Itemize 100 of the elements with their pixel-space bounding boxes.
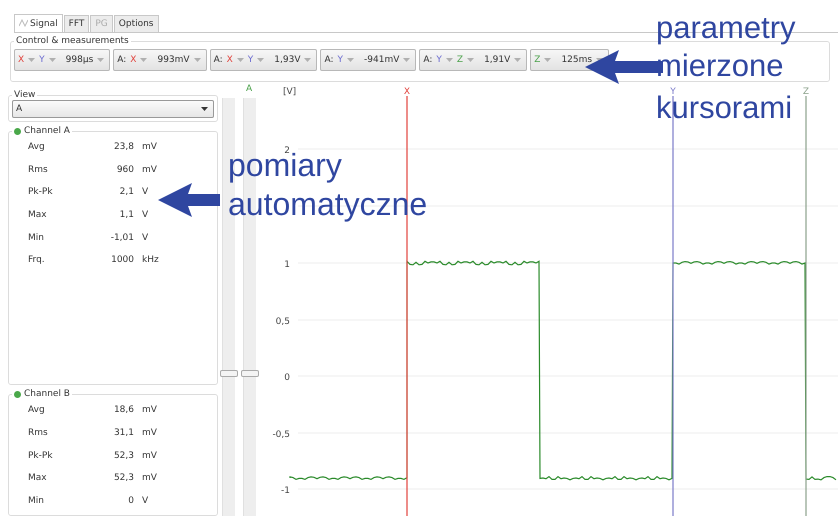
axis-tick-label: -0,5 [272,430,290,440]
measure-label: Avg [28,142,46,152]
measure-unit: V [142,232,148,243]
wave-icon [19,19,28,28]
caret-icon [194,58,201,62]
measure-value: 1,1 [118,210,134,220]
measure-value: 52,3 [112,473,134,484]
cursor-line[interactable] [805,96,807,516]
measure-value: 31,1 [112,428,134,438]
cursor-letter: X [130,55,136,65]
cursor-letter: Z [456,55,464,65]
cursor-line[interactable] [406,96,408,516]
cursor-label: Z [802,87,810,97]
measure-unit: mV [142,405,157,416]
measure-label: Rms [28,164,49,175]
tab[interactable]: Signal [14,14,63,32]
caret-icon [467,58,474,62]
caret-icon [236,58,244,62]
caret-icon [514,58,522,62]
measure-value: 18,6 [112,405,134,416]
cursor-label: X [404,87,410,97]
measurement-dropdown[interactable]: A: X 993mV [113,49,207,71]
slider-handle[interactable] [220,370,238,377]
unit-label: [V] [283,87,296,97]
axis-tick-label: 1 [284,260,290,270]
measure-value: 2,1 [118,187,134,198]
cursor-letter: Y [39,55,45,65]
measurement-value: -941mV [364,55,400,65]
measure-label: Max [28,473,48,484]
caret-icon [201,107,208,111]
channel-prefix: A: [117,55,126,65]
measure-unit: mV [142,428,157,438]
cursor-letter: X [18,55,24,65]
channel-prefix: A: [324,55,334,65]
measure-label: Pk-Pk [28,450,54,461]
measure-unit: mV [142,450,157,461]
axis-tick-label: 2 [284,146,290,156]
measure-value: 0 [127,496,134,506]
caret-icon [140,58,148,62]
caret-icon [257,58,264,62]
channel-icon [14,390,21,398]
measure-value: -1,01 [110,232,134,243]
caret-icon [446,58,453,62]
cursor-letter: X [226,55,233,65]
measure-label: Rms [28,428,49,438]
measure-label: Pk-Pk [28,187,54,198]
channel-icon [14,128,21,134]
measure-label: Avg [28,405,46,416]
panel-title: Channel A [24,126,70,136]
view-select[interactable]: A [12,100,214,118]
slider-handle[interactable] [241,370,259,377]
measure-label: Min [28,232,45,243]
measurement-value: 1,91V [484,55,510,65]
axis-tick-label: 0 [284,373,290,383]
measure-unit: V [142,496,148,506]
caret-icon [347,58,354,62]
cursor-line[interactable] [672,96,674,516]
measure-unit: kHz [142,255,159,266]
panel-title: Channel B [24,389,70,400]
tab[interactable]: Options [114,15,158,32]
measure-unit: mV [142,473,157,484]
measurement-dropdown[interactable]: A: X Y 1,93V [210,49,318,71]
caret-icon [403,58,410,62]
axis-tick-label: 0,5 [276,317,290,327]
annotation-text: mierzone [656,50,784,81]
measure-label: Min [28,496,45,506]
measure-value: 52,3 [112,450,134,461]
measure-unit: V [142,210,148,220]
caret-icon [544,58,552,62]
caret-icon [48,58,56,62]
panel-title: Control & measurements [15,36,130,46]
cursor-letter: Y [248,55,254,65]
measure-value: 23,8 [112,142,134,152]
measurement-value: 993mV [157,55,190,65]
caret-icon [97,58,104,62]
measurement-dropdown[interactable]: A: Y -941mV [320,49,416,71]
measure-value: 960 [116,164,134,175]
axis-tick-label: -1 [281,486,290,496]
measurement-dropdown[interactable]: A: Y Z 1,91V [419,49,528,71]
left-arrow [158,183,220,217]
measure-label: Max [28,210,48,220]
measurement-value: 1,93V [274,55,300,65]
measure-unit: mV [142,164,157,175]
measure-label: Frq. [28,255,46,266]
channel-prefix: A: [423,55,432,65]
caret-icon [304,58,312,62]
cursor-letter: Y [338,55,344,65]
cursor-letter: Y [436,55,442,65]
caret-icon [28,58,36,62]
measurement-dropdown[interactable]: X Y 998µs [14,49,110,71]
panel-title: View [13,90,36,100]
measure-value: 1000 [110,255,134,266]
tab[interactable]: FFT [64,15,90,32]
measurement-value: 998µs [66,55,94,65]
measurement-value: 125ms [561,55,592,65]
cursor-letter: Z [534,55,540,65]
measure-unit: mV [142,142,157,152]
annotation-text: parametry [656,12,796,43]
channel-label: A [246,84,252,94]
channel-prefix: A: [214,55,223,65]
